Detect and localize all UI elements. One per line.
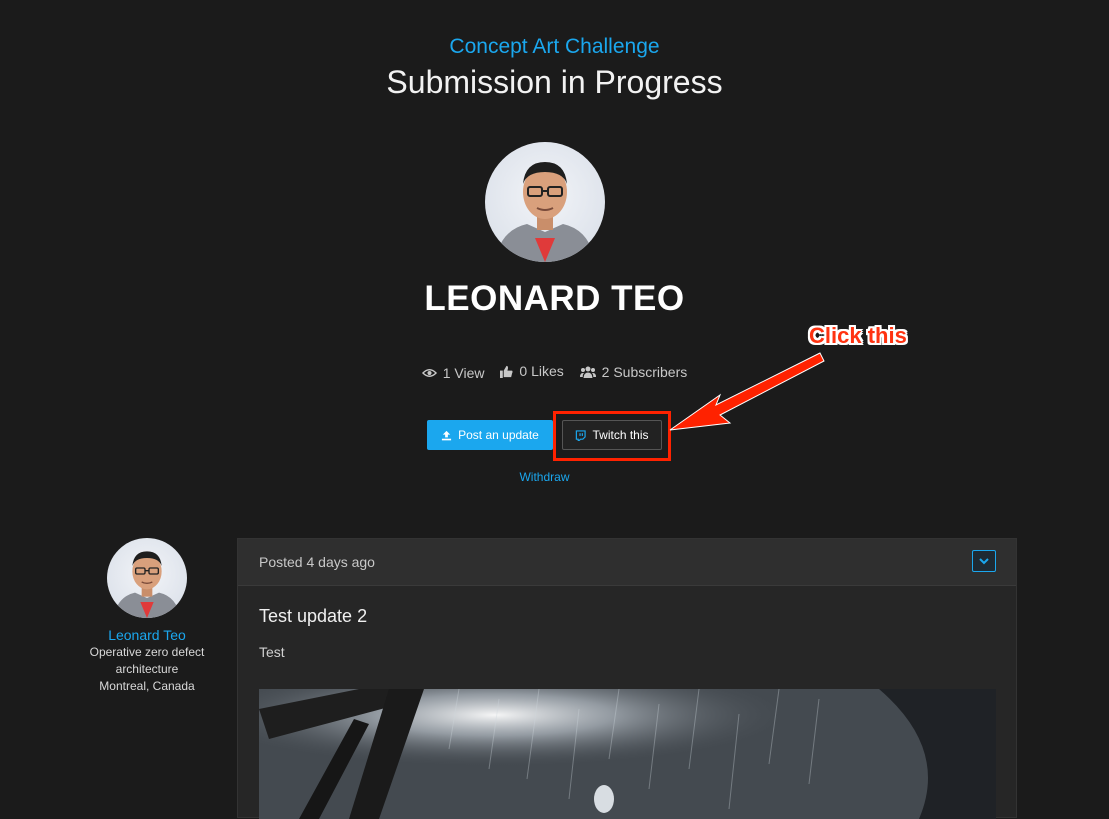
- upload-icon: [442, 430, 452, 440]
- annotation-arrow: [669, 352, 825, 431]
- chevron-down-icon: [979, 557, 989, 564]
- page-title: Submission in Progress: [386, 64, 723, 100]
- withdraw-link-wrap: Withdraw: [0, 469, 1089, 485]
- annotation-highlight-box: [553, 411, 671, 461]
- post-body: Test: [259, 644, 285, 660]
- author-name-link[interactable]: Leonard Teo: [85, 626, 209, 644]
- eye-icon: [421, 368, 437, 377]
- post-timestamp: Posted 4 days ago: [259, 554, 375, 570]
- author-avatar[interactable]: [107, 538, 187, 618]
- withdraw-link[interactable]: Withdraw: [519, 470, 569, 484]
- views-stat: 1 View: [421, 363, 485, 383]
- views-count: 1 View: [442, 364, 485, 381]
- profile-stats: 1 View 0 Likes 2 Subscribers: [0, 361, 1109, 383]
- users-icon: [579, 366, 596, 378]
- likes-count: 0 Likes: [519, 363, 564, 379]
- post-card: Posted 4 days ago Test update 2 Test: [237, 538, 1017, 819]
- profile-name: LEONARD TEO: [424, 279, 685, 318]
- post-header: Posted 4 days ago: [238, 539, 1016, 586]
- post-author: Leonard Teo Operative zero defect archit…: [85, 538, 209, 695]
- author-title-line2: architecture: [115, 662, 179, 676]
- thumbs-up-icon: [500, 365, 513, 378]
- profile-avatar: [485, 142, 605, 262]
- likes-stat: 0 Likes: [500, 361, 564, 381]
- post-options-toggle[interactable]: [972, 550, 996, 572]
- post-update-button[interactable]: Post an update: [427, 420, 553, 450]
- post-update-label: Post an update: [458, 428, 539, 442]
- post-image[interactable]: [259, 689, 996, 819]
- author-location: Montreal, Canada: [99, 679, 195, 693]
- author-title-line1: Operative zero defect: [89, 645, 205, 659]
- challenge-link[interactable]: Concept Art Challenge: [0, 34, 1109, 60]
- post-title: Test update 2: [259, 606, 368, 626]
